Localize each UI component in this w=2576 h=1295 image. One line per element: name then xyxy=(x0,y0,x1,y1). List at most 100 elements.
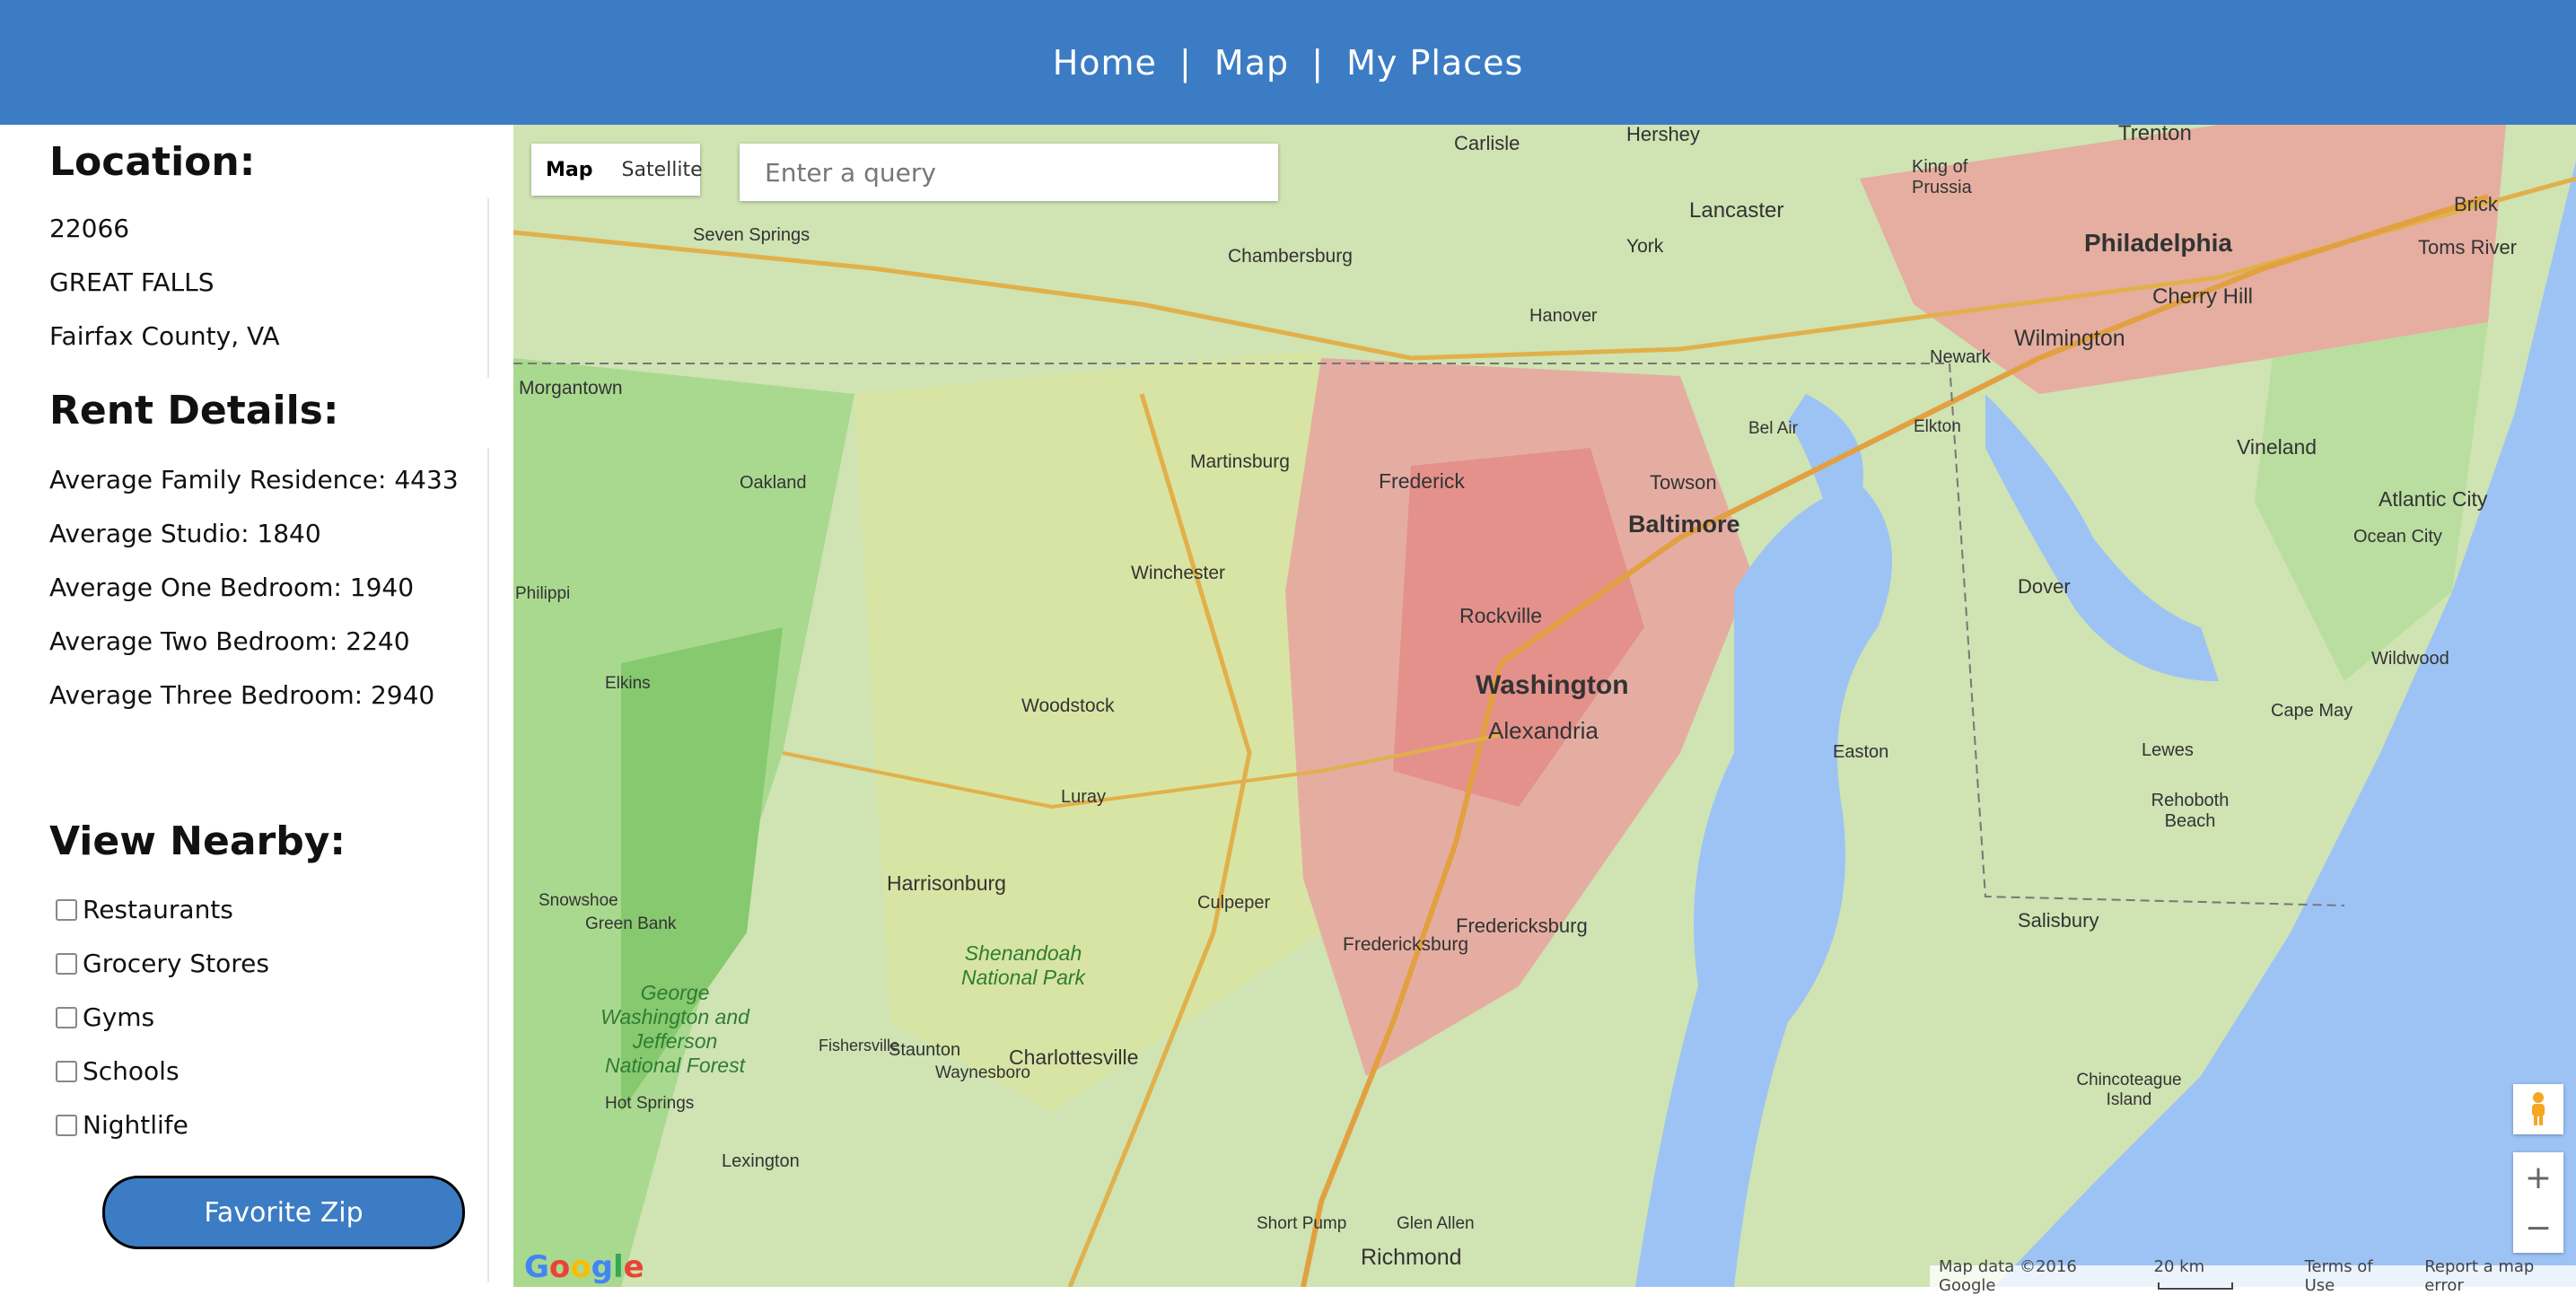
grocery-stores-label: Grocery Stores xyxy=(83,949,269,978)
map-label: Culpeper xyxy=(1197,893,1271,913)
location-city: GREAT FALLS xyxy=(49,267,215,297)
map-label: Glen Allen xyxy=(1397,1214,1475,1233)
nav-map-link[interactable]: Map xyxy=(1211,43,1292,83)
rent-studio: Average Studio: 1840 xyxy=(49,519,321,548)
view-nearby-heading: View Nearby: xyxy=(49,818,346,864)
rent-three-bedroom: Average Three Bedroom: 2940 xyxy=(49,680,435,710)
map-label: Shenandoah National Park xyxy=(960,941,1086,989)
map-label: Alexandria xyxy=(1488,717,1599,744)
map-label: Towson xyxy=(1650,471,1717,494)
restaurants-checkbox[interactable] xyxy=(56,898,77,921)
nearby-option-gyms[interactable]: Gyms xyxy=(56,1002,154,1032)
street-view-pegman-icon[interactable] xyxy=(2513,1084,2563,1134)
map-label: Wilmington xyxy=(2014,326,2125,351)
map-label: Brick xyxy=(2454,193,2498,215)
map-label: Green Bank xyxy=(585,914,677,933)
map-label: Newark xyxy=(1930,347,1991,367)
nightlife-checkbox[interactable] xyxy=(56,1114,77,1136)
map-label: Harrisonburg xyxy=(887,871,1006,895)
map-label: Lexington xyxy=(722,1151,800,1171)
map-label: Easton xyxy=(1833,742,1889,762)
nav-my-places-link[interactable]: My Places xyxy=(1343,43,1527,83)
map-label: Charlottesville xyxy=(1009,1046,1139,1069)
map-label: Lancaster xyxy=(1689,198,1784,223)
rent-two-bedroom: Average Two Bedroom: 2240 xyxy=(49,626,410,656)
map-label: Elkton xyxy=(1914,417,1961,436)
map-label: Cape May xyxy=(2271,701,2353,721)
map-label: Wildwood xyxy=(2371,649,2449,669)
map-label: Chambersburg xyxy=(1228,246,1353,267)
map-label: York xyxy=(1626,236,1664,257)
grocery-stores-checkbox[interactable] xyxy=(56,952,77,975)
map-label: Vineland xyxy=(2237,435,2318,459)
map-label: Carlisle xyxy=(1454,132,1520,154)
map-label: King of Prussia xyxy=(1912,157,1972,197)
map-label: Philippi xyxy=(515,584,571,603)
map-label: Woodstock xyxy=(1021,696,1115,716)
map-data-attribution: Map data ©2016 Google xyxy=(1939,1257,2077,1295)
zoom-in-button[interactable]: + xyxy=(2525,1152,2552,1203)
location-heading: Location: xyxy=(49,139,256,185)
scale-bar xyxy=(2157,1282,2233,1290)
map-label: Rehoboth Beach xyxy=(2151,791,2230,831)
nav-links: Home | Map | My Places xyxy=(1049,43,1528,83)
map-label: Hot Springs xyxy=(605,1094,695,1113)
restaurants-label: Restaurants xyxy=(83,895,233,924)
schools-label: Schools xyxy=(83,1056,180,1086)
zoom-control: + − xyxy=(2513,1152,2563,1253)
map-label: Philadelphia xyxy=(2084,229,2232,257)
sidebar-divider xyxy=(487,448,489,932)
map-label: Richmond xyxy=(1361,1245,1462,1270)
map-type-satellite-button[interactable]: Satellite xyxy=(608,159,717,181)
nearby-option-restaurants[interactable]: Restaurants xyxy=(56,895,233,924)
map-scale: 20 km xyxy=(2154,1257,2287,1295)
nav-home-link[interactable]: Home xyxy=(1049,43,1161,83)
schools-checkbox[interactable] xyxy=(56,1060,77,1082)
map-label: Trenton xyxy=(2118,125,2192,145)
map-label: Salisbury xyxy=(2018,909,2099,932)
map-label: Frederick xyxy=(1379,469,1465,493)
nav-separator: | xyxy=(1311,42,1325,83)
map-label: Hershey xyxy=(1626,125,1700,145)
sidebar-divider xyxy=(487,198,489,378)
nearby-option-schools[interactable]: Schools xyxy=(56,1056,180,1086)
map-label: Atlantic City xyxy=(2379,487,2488,511)
map-label: Dover xyxy=(2018,575,2071,598)
sidebar-divider xyxy=(487,879,489,1282)
google-logo: Google xyxy=(524,1249,644,1285)
map-label: Rockville xyxy=(1459,604,1543,627)
map-type-map-button[interactable]: Map xyxy=(531,159,608,181)
map-type-control: Map Satellite xyxy=(531,144,703,196)
map-label: Fredericksburg xyxy=(1343,934,1469,955)
map-label: Luray xyxy=(1061,787,1107,807)
terms-of-use-link[interactable]: Terms of Use xyxy=(2305,1257,2407,1295)
report-map-error-link[interactable]: Report a map error xyxy=(2424,1257,2576,1295)
location-county: Fairfax County, VA xyxy=(49,321,280,351)
rent-details-heading: Rent Details: xyxy=(49,388,339,433)
map-label: Cherry Hill xyxy=(2152,284,2254,309)
nearby-option-grocery-stores[interactable]: Grocery Stores xyxy=(56,949,269,978)
favorite-zip-button[interactable]: Favorite Zip xyxy=(102,1176,465,1249)
nightlife-label: Nightlife xyxy=(83,1110,188,1140)
map-label: Snowshoe xyxy=(539,891,618,910)
map-label: Elkins xyxy=(605,674,651,693)
map-label: Seven Springs xyxy=(693,225,810,245)
map-label: Washington xyxy=(1476,670,1629,700)
map-label: Ocean City xyxy=(2353,527,2442,547)
map-label: Toms River xyxy=(2418,236,2518,258)
map-label: Bel Air xyxy=(1748,419,1798,438)
map-label: Short Pump xyxy=(1257,1214,1347,1233)
map-label: Lewes xyxy=(2142,740,2194,760)
map-label: Fishersville xyxy=(819,1037,900,1054)
map-place-labels: Carlisle Hershey Trenton Lancaster King … xyxy=(513,125,2576,1287)
map-label: Morgantown xyxy=(519,378,623,398)
gyms-checkbox[interactable] xyxy=(56,1006,77,1028)
zoom-out-button[interactable]: − xyxy=(2525,1203,2552,1253)
nearby-option-nightlife[interactable]: Nightlife xyxy=(56,1110,188,1140)
map-canvas[interactable]: Fredericksburg Carlisle Hershey Trenton … xyxy=(513,125,2576,1287)
map-label: Baltimore xyxy=(1628,511,1740,538)
nav-separator: | xyxy=(1179,42,1192,83)
map-search-input[interactable]: Enter a query xyxy=(740,144,1278,201)
map-footer: Map data ©2016 Google 20 km Terms of Use… xyxy=(1930,1257,2576,1295)
top-nav-bar: Home | Map | My Places xyxy=(0,0,2576,125)
